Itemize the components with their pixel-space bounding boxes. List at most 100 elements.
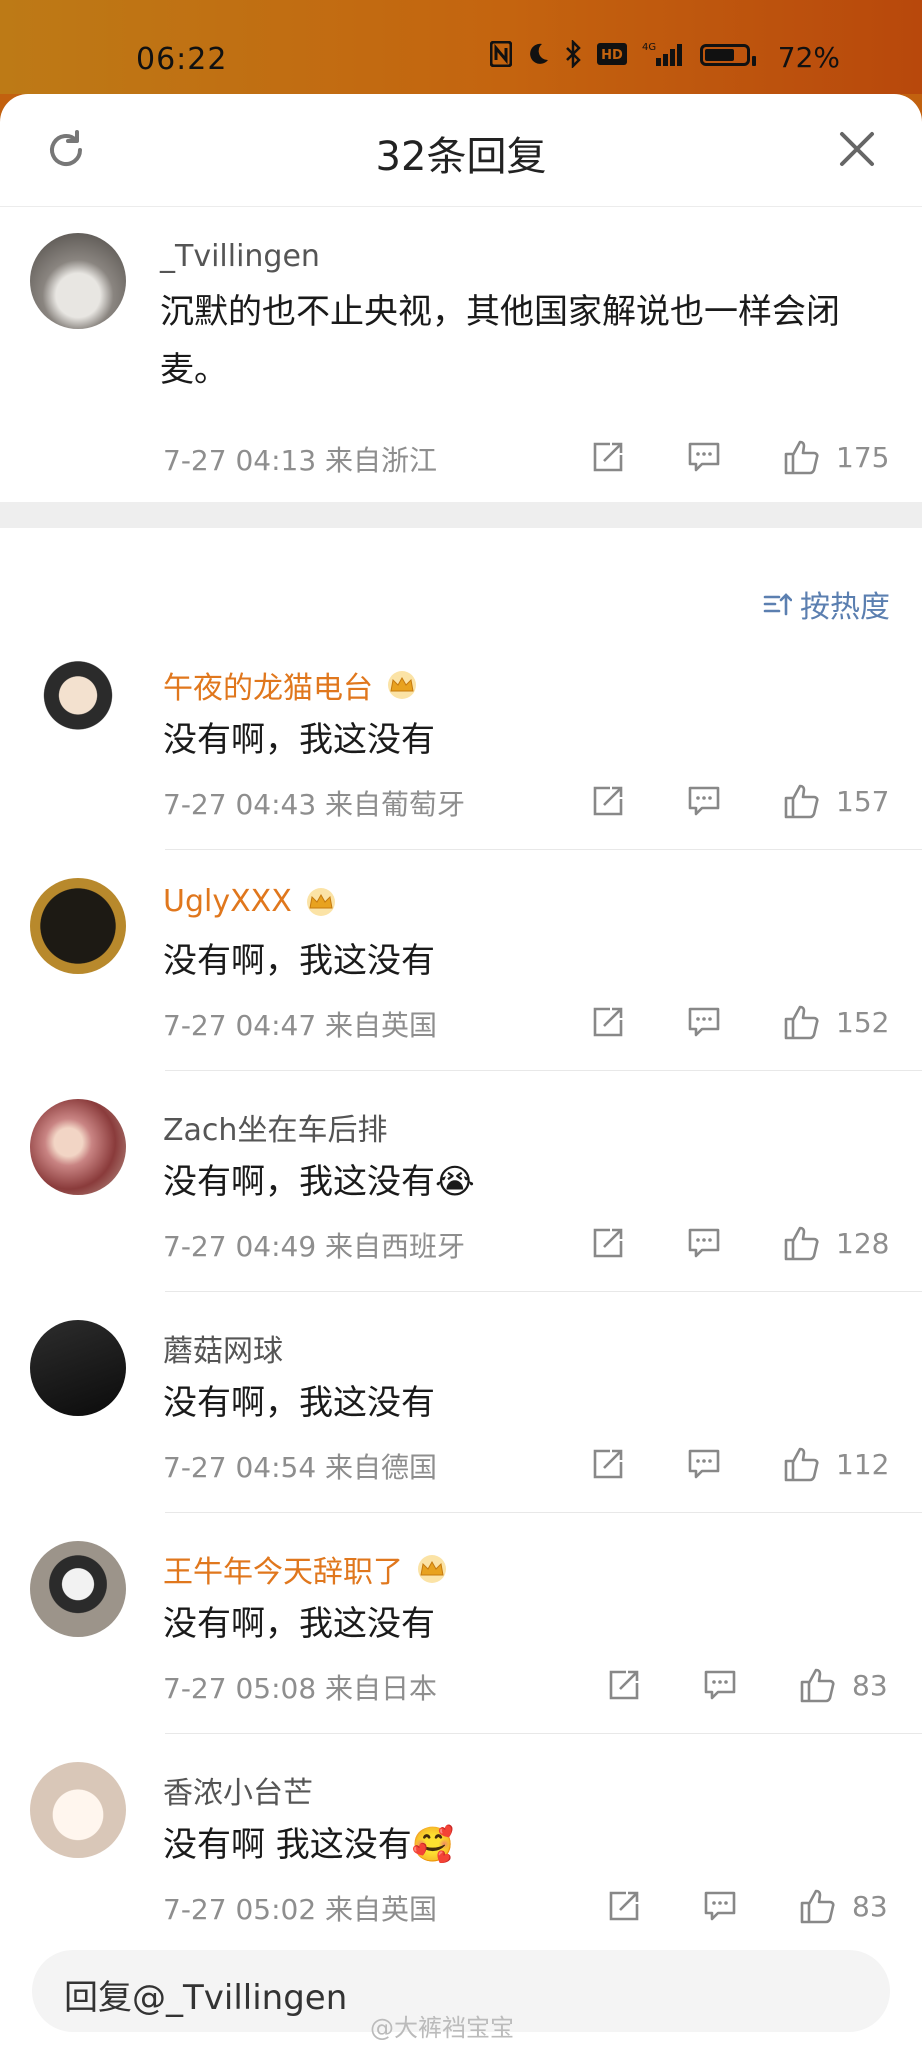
- comment-icon[interactable]: [686, 1004, 722, 1040]
- comment-meta: 7-27 04:43 来自葡萄牙: [163, 788, 466, 821]
- bluetooth-icon: [564, 38, 582, 75]
- watermark: @大裤裆宝宝: [370, 2014, 514, 2042]
- comment-actions: 157: [590, 781, 889, 821]
- hd-icon: HD: [596, 42, 628, 73]
- comment-username[interactable]: UglyXXX: [163, 884, 292, 919]
- status-icons: HD 4G 72%: [489, 38, 840, 75]
- like-count: 152: [836, 1005, 890, 1039]
- reply-placeholder: 回复@_Tvillingen: [64, 1978, 348, 2018]
- comment-text: 沉默的也不止央视，其他国家解说也一样会闭麦。: [160, 292, 840, 390]
- comment-actions: 175: [590, 437, 889, 477]
- comment-meta: 7-27 04:13 来自浙江: [163, 444, 438, 477]
- dnd-moon-icon: [526, 41, 550, 74]
- battery-percent: 72%: [777, 41, 840, 74]
- comment-username[interactable]: 香浓小台芒: [163, 1768, 313, 1812]
- vip-crown-icon: [418, 1555, 446, 1583]
- svg-text:4G: 4G: [642, 42, 656, 53]
- comment-text: 没有啊，我这没有: [163, 1374, 435, 1432]
- vip-crown-icon: [306, 887, 335, 916]
- comment-item: 王牛年今天辞职了没有啊，我这没有 7-27 05:08 来自日本 83: [0, 1513, 922, 1734]
- page-title: 32条回复: [375, 134, 547, 180]
- comment-icon[interactable]: [702, 1667, 738, 1703]
- comment-username[interactable]: 午夜的龙猫电台: [163, 663, 373, 707]
- avatar[interactable]: [30, 878, 126, 974]
- like-icon[interactable]: [782, 1002, 822, 1042]
- share-icon[interactable]: [606, 1888, 642, 1924]
- like-count: 157: [836, 784, 890, 818]
- comment-username[interactable]: 王牛年今天辞职了: [163, 1547, 403, 1591]
- comment-icon[interactable]: [686, 1225, 722, 1261]
- comment-actions: 83: [606, 1886, 888, 1926]
- like-icon[interactable]: [798, 1665, 838, 1705]
- comment-meta: 7-27 05:02 来自英国: [163, 1893, 438, 1926]
- comment-item: Zach坐在车后排 没有啊，我这没有😭 7-27 04:49 来自西班牙 128: [0, 1071, 922, 1292]
- comment-item: 蘑菇网球没有啊，我这没有 7-27 04:54 来自德国 112: [0, 1292, 922, 1513]
- comment-meta: 7-27 04:49 来自西班牙: [163, 1230, 466, 1263]
- comment-text-body: 没有啊，我这没有: [163, 1162, 435, 1202]
- comment-text: 没有啊，我这没有: [163, 711, 435, 769]
- comment-actions: 83: [606, 1665, 888, 1705]
- comment-icon[interactable]: [702, 1888, 738, 1924]
- comment-icon[interactable]: [686, 439, 722, 475]
- root-comment: _Tvillingen 沉默的也不止央视，其他国家解说也一样会闭麦。 7-27 …: [0, 207, 922, 502]
- comment-meta: 7-27 04:54 来自德国: [163, 1451, 438, 1484]
- comment-text: 没有啊，我这没有: [163, 932, 435, 990]
- comment-actions: 112: [590, 1444, 889, 1484]
- like-count: 175: [836, 440, 890, 474]
- sort-toggle[interactable]: 按热度: [762, 582, 890, 626]
- comment-text: 没有啊 我这没有🥰: [163, 1816, 454, 1874]
- battery-icon: [699, 43, 756, 73]
- status-time: 06:22: [136, 42, 228, 77]
- comment-username[interactable]: Zach坐在车后排: [163, 1105, 387, 1149]
- share-icon[interactable]: [590, 1004, 626, 1040]
- comment-actions: 152: [590, 1002, 889, 1042]
- share-icon[interactable]: [590, 1446, 626, 1482]
- replies-sheet: 32条回复 _Tvillingen 沉默的也不止央视，其他国家解说也一样会闭麦。…: [0, 94, 922, 2048]
- like-count: 128: [836, 1226, 890, 1260]
- avatar[interactable]: [30, 1320, 126, 1416]
- avatar[interactable]: [30, 1541, 126, 1637]
- like-count: 83: [852, 1668, 888, 1702]
- status-bar: 06:22 HD 4G 72%: [0, 0, 922, 94]
- comment-item: 午夜的龙猫电台没有啊，我这没有 7-27 04:43 来自葡萄牙 157: [0, 629, 922, 850]
- share-icon[interactable]: [606, 1667, 642, 1703]
- comment-meta: 7-27 04:47 来自英国: [163, 1009, 438, 1042]
- comment-icon[interactable]: [686, 783, 722, 819]
- like-icon[interactable]: [782, 1223, 822, 1263]
- comment-text: 没有啊，我这没有: [163, 1595, 435, 1653]
- sort-icon: [763, 593, 792, 616]
- avatar[interactable]: [30, 1762, 126, 1858]
- avatar[interactable]: [30, 657, 126, 753]
- comment-username[interactable]: _Tvillingen: [160, 239, 320, 274]
- comment-actions: 128: [590, 1223, 889, 1263]
- comment-username[interactable]: 蘑菇网球: [163, 1326, 283, 1370]
- comment-meta: 7-27 05:08 来自日本: [163, 1672, 438, 1705]
- comment-text-body: 没有啊，我这没有: [163, 941, 435, 981]
- sheet-header: 32条回复: [0, 94, 922, 207]
- comment-text-body: 没有啊，我这没有: [163, 1383, 435, 1423]
- like-icon[interactable]: [782, 781, 822, 821]
- like-icon[interactable]: [782, 437, 822, 477]
- avatar[interactable]: [30, 1099, 126, 1195]
- comment-text-body: 没有啊，我这没有: [163, 720, 435, 760]
- close-icon[interactable]: [834, 126, 880, 172]
- share-icon[interactable]: [590, 1225, 626, 1261]
- section-divider: [0, 502, 922, 528]
- comment-text: 没有啊，我这没有😭: [163, 1153, 475, 1211]
- like-icon[interactable]: [798, 1886, 838, 1926]
- vip-crown-icon: [388, 671, 416, 699]
- comment-text-body: 没有啊，我这没有: [163, 1604, 435, 1644]
- share-icon[interactable]: [590, 439, 626, 475]
- comment-emoji: 🥰: [411, 1825, 455, 1865]
- like-icon[interactable]: [782, 1444, 822, 1484]
- comment-emoji: 😭: [435, 1162, 475, 1202]
- comment-icon[interactable]: [686, 1446, 722, 1482]
- comment-item: UglyXXX 没有啊，我这没有 7-27 04:47 来自英国 152: [0, 850, 922, 1071]
- comment-item: 香浓小台芒 没有啊 我这没有🥰 7-27 05:02 来自英国 83: [0, 1734, 922, 1955]
- like-count: 83: [852, 1889, 888, 1923]
- sort-label: 按热度: [800, 590, 890, 625]
- signal-icon: 4G: [642, 40, 686, 75]
- avatar[interactable]: [30, 233, 126, 329]
- comment-text-body: 没有啊 我这没有: [163, 1825, 412, 1865]
- share-icon[interactable]: [590, 783, 626, 819]
